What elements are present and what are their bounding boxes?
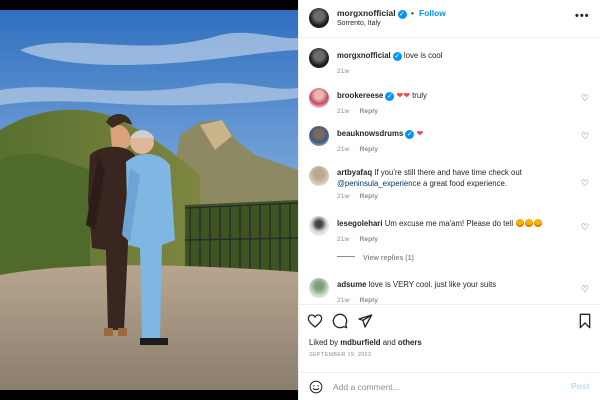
liked-by-user-link[interactable]: mdburfield [340, 338, 380, 347]
heart-eyes-emoji [516, 219, 525, 227]
commenter-avatar[interactable] [309, 88, 329, 108]
commenter-username[interactable]: lesegolehari [337, 219, 383, 228]
like-comment-heart-icon[interactable]: ♡ [581, 131, 591, 141]
paper-plane-icon[interactable] [357, 313, 373, 329]
heart-icon[interactable] [307, 313, 323, 329]
like-comment-heart-icon[interactable]: ♡ [581, 222, 591, 232]
likes-summary: Liked by mdburfield and others [309, 338, 422, 347]
post-comment-button[interactable]: Post [571, 381, 589, 391]
comment-mention-link[interactable]: @peninsula_experience [337, 179, 421, 188]
verified-badge-icon: ✓ [397, 10, 407, 19]
caption-text: love is cool [403, 51, 443, 60]
comment-text: truly [412, 91, 427, 100]
likes-prefix: Liked by [309, 338, 339, 347]
separator-dot: • [411, 8, 414, 18]
comment-time: 21w [337, 193, 350, 200]
bookmark-icon[interactable] [577, 313, 593, 329]
add-comment-bar: Post [299, 372, 600, 400]
comment-input[interactable] [333, 379, 553, 395]
more-options-icon[interactable]: ••• [575, 10, 590, 22]
post-location[interactable]: Sorrento, Italy [337, 20, 381, 27]
caption-username-text: morgxnofficial [337, 51, 391, 60]
reply-button[interactable]: Reply [359, 146, 378, 153]
comment-time: 21w [337, 108, 350, 115]
heart-eyes-emoji [525, 219, 534, 227]
verified-badge-icon: ✓ [385, 92, 395, 101]
likes-others-link[interactable]: others [398, 338, 422, 347]
comment-icon[interactable] [332, 313, 348, 329]
commenter-username-text: brookereese [337, 91, 384, 100]
likes-and: and [382, 338, 396, 347]
comment-text: If you're still there and have time chec… [374, 168, 522, 177]
like-comment-heart-icon[interactable]: ♡ [581, 93, 591, 103]
red-heart-emoji: ❤❤ [396, 91, 410, 100]
heart-eyes-emoji [534, 219, 543, 227]
post-side-panel: morgxnofficial ✓ • Follow Sorrento, Italy… [298, 0, 600, 400]
view-replies-label: View replies (1) [363, 255, 414, 262]
author-avatar[interactable] [309, 8, 329, 28]
reply-button[interactable]: Reply [359, 236, 378, 243]
commenter-avatar[interactable] [309, 216, 329, 236]
comment-time: 21w [337, 297, 350, 304]
caption-username[interactable]: morgxnofficial ✓ [337, 51, 402, 61]
commenter-username[interactable]: brookereese ✓ [337, 91, 395, 101]
comment-text: Um excuse me ma'am! Please do tell [384, 219, 514, 228]
post-action-bar [299, 304, 600, 338]
post-photo[interactable] [0, 0, 298, 400]
reply-button[interactable]: Reply [359, 193, 378, 200]
post-header: morgxnofficial ✓ • Follow Sorrento, Italy… [299, 0, 600, 38]
comment-text: love is VERY cool. just like your suits [368, 280, 497, 289]
caption-time: 21w [337, 68, 350, 75]
instagram-post: morgxnofficial ✓ • Follow Sorrento, Italy… [0, 0, 600, 400]
red-heart-emoji: ❤ [416, 129, 424, 138]
verified-badge-icon: ✓ [405, 130, 415, 139]
verified-badge-icon: ✓ [392, 52, 402, 61]
commenter-avatar[interactable] [309, 166, 329, 186]
commenter-avatar[interactable] [309, 278, 329, 298]
commenter-avatar[interactable] [309, 126, 329, 146]
commenter-username[interactable]: artbyafaq [337, 168, 372, 177]
comment-time: 21w [337, 236, 350, 243]
reply-button[interactable]: Reply [359, 108, 378, 115]
like-comment-heart-icon[interactable]: ♡ [581, 178, 591, 188]
view-replies-button[interactable]: View replies (1) [337, 255, 414, 262]
comment-text-continued: a great food experience. [422, 179, 508, 188]
sunset-couple-photo [0, 10, 298, 390]
reply-button[interactable]: Reply [359, 297, 378, 304]
follow-button[interactable]: Follow [419, 8, 446, 18]
commenter-username[interactable]: beauknowsdrums ✓ [337, 129, 415, 139]
commenter-username-text: beauknowsdrums [337, 129, 404, 138]
comment-time: 21w [337, 146, 350, 153]
like-comment-heart-icon[interactable]: ♡ [581, 284, 591, 294]
caption-avatar[interactable] [309, 48, 329, 68]
author-username[interactable]: morgxnofficial ✓ [337, 8, 407, 19]
author-username-text: morgxnofficial [337, 8, 396, 18]
replies-divider-line [337, 256, 355, 257]
commenter-username[interactable]: adsume [337, 280, 366, 289]
smiley-icon[interactable] [309, 380, 323, 394]
post-date[interactable]: SEPTEMBER 19, 2022 [309, 352, 371, 358]
